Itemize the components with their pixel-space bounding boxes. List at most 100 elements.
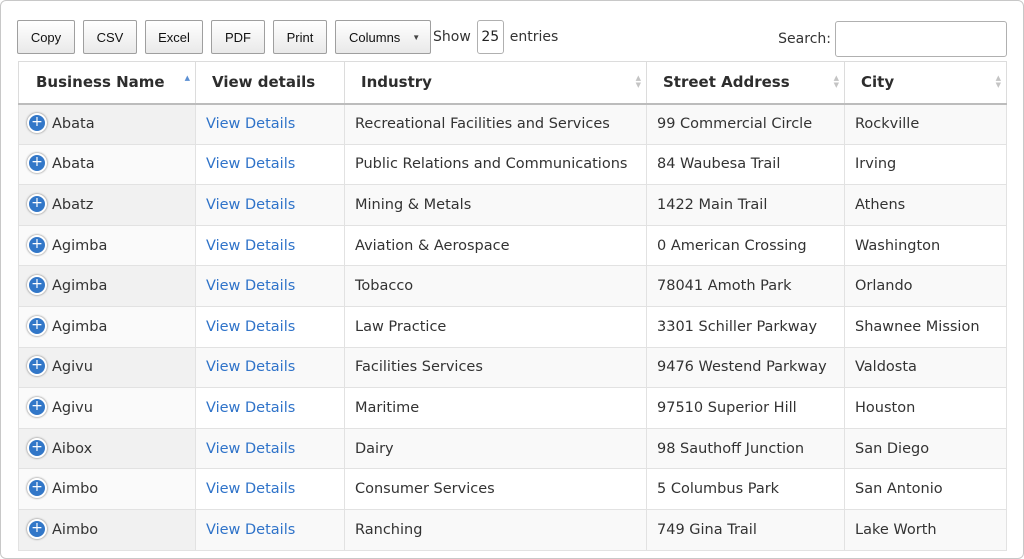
view-details-link[interactable]: View Details — [206, 238, 295, 254]
table-row: + Abata View Details Recreational Facilitie… — [18, 103, 1007, 145]
cell-business-name: + Agivu — [18, 346, 196, 389]
cell-industry: Dairy — [344, 427, 647, 470]
column-header-label: City — [861, 73, 895, 92]
page-length-control: Show 25 entries — [433, 20, 558, 54]
cell-business-name: + Aibox — [18, 427, 196, 470]
cell-industry: Ranching — [344, 508, 647, 551]
business-name: Agimba — [52, 278, 108, 295]
sort-both-icon: ▲ ▼ — [833, 74, 839, 89]
cell-city: Houston — [844, 387, 1007, 429]
page-length-input[interactable]: 25 — [476, 20, 504, 54]
business-name: Agimba — [52, 318, 108, 335]
cell-street-address: 1422 Main Trail — [646, 184, 845, 226]
business-name: Aibox — [52, 440, 93, 457]
cell-business-name: + Aimbo — [18, 508, 196, 551]
cell-city: Lake Worth — [844, 508, 1007, 551]
cell-city: San Antonio — [844, 468, 1007, 510]
cell-view-details: View Details — [195, 468, 345, 510]
table-header-row: Business Name▲▼ View details Industry▲▼ … — [18, 61, 1007, 105]
column-header-label: Street Address — [663, 73, 790, 92]
cell-industry: Public Relations and Communications — [344, 143, 647, 186]
table-row: + Agimba View Details Law Practice 3301 Schi… — [18, 305, 1007, 348]
cell-industry: Maritime — [344, 387, 647, 429]
view-details-link[interactable]: View Details — [206, 197, 295, 213]
expand-row-icon[interactable]: + — [27, 315, 47, 336]
cell-view-details: View Details — [195, 427, 345, 470]
view-details-link[interactable]: View Details — [206, 116, 295, 132]
business-name: Agivu — [52, 399, 93, 416]
cell-city: Washington — [844, 224, 1007, 267]
column-header-label: Business Name — [36, 73, 165, 92]
cell-industry: Facilities Services — [344, 346, 647, 389]
cell-view-details: View Details — [195, 508, 345, 551]
export-toolbar: Copy CSV Excel PDF Print Columns ▼ Show 2… — [17, 19, 558, 55]
cell-city: San Diego — [844, 427, 1007, 470]
expand-row-icon[interactable]: + — [27, 518, 47, 539]
expand-row-icon[interactable]: + — [27, 478, 47, 499]
cell-street-address: 84 Waubesa Trail — [646, 143, 845, 186]
caret-down-icon: ▼ — [412, 32, 421, 42]
business-name: Agivu — [52, 359, 93, 376]
business-name: Abata — [52, 116, 95, 133]
expand-row-icon[interactable]: + — [27, 275, 47, 296]
expand-row-icon[interactable]: + — [27, 113, 47, 134]
table-row: + Abatz View Details Mining & Metals 1422 Ma… — [18, 184, 1007, 226]
view-details-link[interactable]: View Details — [206, 156, 295, 172]
table-row: + Agivu View Details Facilities Services 947… — [18, 346, 1007, 389]
expand-row-icon[interactable]: + — [27, 193, 47, 214]
table-row: + Aibox View Details Dairy 98 Sauthoff Junct… — [18, 427, 1007, 470]
column-header-label: View details — [212, 73, 316, 92]
cell-industry: Recreational Facilities and Services — [344, 103, 647, 145]
expand-row-icon[interactable]: + — [27, 396, 47, 417]
cell-city: Rockville — [844, 103, 1007, 145]
columns-button[interactable]: Columns ▼ — [335, 20, 431, 54]
datatable-widget: Copy CSV Excel PDF Print Columns ▼ Show 2… — [0, 0, 1024, 559]
cell-view-details: View Details — [195, 224, 345, 267]
view-details-link[interactable]: View Details — [206, 278, 295, 294]
search-control: Search: — [778, 21, 1007, 57]
print-button[interactable]: Print — [273, 20, 327, 54]
view-details-link[interactable]: View Details — [206, 522, 295, 538]
cell-business-name: + Abatz — [18, 184, 196, 226]
cell-city: Irving — [844, 143, 1007, 186]
expand-row-icon[interactable]: + — [27, 356, 47, 377]
excel-button[interactable]: Excel — [145, 20, 203, 54]
cell-business-name: + Agimba — [18, 265, 196, 307]
column-header-label: Industry — [361, 73, 432, 92]
business-name: Aimbo — [52, 481, 99, 498]
cell-industry: Mining & Metals — [344, 184, 647, 226]
cell-view-details: View Details — [195, 387, 345, 429]
cell-business-name: + Aimbo — [18, 468, 196, 510]
view-details-link[interactable]: View Details — [206, 359, 295, 375]
cell-view-details: View Details — [195, 305, 345, 348]
show-label: Show — [433, 29, 471, 45]
view-details-link[interactable]: View Details — [206, 319, 295, 335]
column-header-industry[interactable]: Industry ▲ ▼ — [344, 61, 647, 105]
table-row: + Agimba View Details Aviation & Aerospace 0… — [18, 224, 1007, 267]
pdf-button[interactable]: PDF — [211, 20, 265, 54]
business-name: Abatz — [52, 196, 94, 213]
sort-both-icon: ▲ ▼ — [995, 74, 1001, 89]
expand-row-icon[interactable]: + — [27, 437, 47, 458]
cell-business-name: + Abata — [18, 143, 196, 186]
view-details-link[interactable]: View Details — [206, 441, 295, 457]
columns-button-label: Columns — [349, 29, 401, 45]
column-header-street-address[interactable]: Street Address ▲ ▼ — [646, 61, 845, 105]
cell-street-address: 0 American Crossing — [646, 224, 845, 267]
business-name: Aimbo — [52, 521, 99, 538]
search-input[interactable] — [835, 21, 1007, 57]
cell-city: Valdosta — [844, 346, 1007, 389]
csv-button[interactable]: CSV — [83, 20, 137, 54]
cell-street-address: 3301 Schiller Parkway — [646, 305, 845, 348]
cell-business-name: + Abata — [18, 103, 196, 145]
cell-street-address: 99 Commercial Circle — [646, 103, 845, 145]
expand-row-icon[interactable]: + — [27, 234, 47, 255]
cell-view-details: View Details — [195, 265, 345, 307]
expand-row-icon[interactable]: + — [27, 153, 47, 174]
view-details-link[interactable]: View Details — [206, 400, 295, 416]
view-details-link[interactable]: View Details — [206, 481, 295, 497]
column-header-business-name[interactable]: Business Name ▲▼ — [18, 61, 196, 105]
cell-business-name: + Agivu — [18, 387, 196, 429]
column-header-city[interactable]: City ▲ ▼ — [844, 61, 1007, 105]
copy-button[interactable]: Copy — [17, 20, 75, 54]
